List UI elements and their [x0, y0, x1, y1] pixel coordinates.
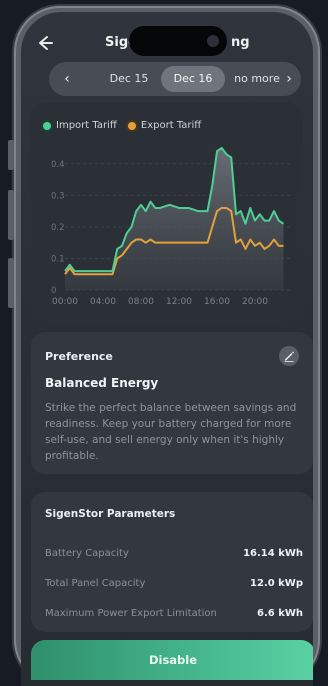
param-label: Battery Capacity [45, 548, 129, 559]
preference-card: Preference Balanced Energy Strike the pe… [31, 332, 313, 474]
x-tick-label: 00:00 [52, 297, 78, 307]
volume-down-button [8, 190, 14, 240]
param-row-panel: Total Panel Capacity 12.0 kWp [45, 578, 303, 589]
chevron-right-icon[interactable]: › [275, 62, 303, 96]
disable-button[interactable]: Disable [31, 640, 313, 680]
param-row-battery: Battery Capacity 16.14 kWh [45, 548, 303, 559]
x-tick-label: 12:00 [166, 297, 192, 307]
tariff-line-chart: 0 0.1 0.2 0.3 0.4 00:00 04:00 08:00 12:00 16:00 20… [51, 147, 293, 307]
pencil-icon [284, 351, 294, 362]
app-screen: Sigen ng ‹ Dec 15 Dec 16 no more › Impor… [21, 12, 313, 686]
y-tick-label: 0.2 [51, 223, 65, 233]
preference-mode: Balanced Energy [45, 376, 159, 390]
param-label: Total Panel Capacity [45, 578, 146, 589]
back-arrow-icon[interactable] [33, 32, 55, 54]
y-tick-label: 0.1 [51, 254, 65, 264]
date-prev[interactable]: Dec 15 [99, 62, 159, 96]
param-value: 16.14 kWh [243, 548, 303, 559]
parameters-card: SigenStor Parameters Battery Capacity 16… [31, 492, 313, 632]
page-title-right: ng [231, 35, 250, 50]
parameters-title: SigenStor Parameters [45, 508, 176, 520]
y-tick-label: 0 [51, 286, 56, 296]
x-tick-label: 16:00 [204, 297, 230, 307]
x-tick-label: 20:00 [242, 297, 268, 307]
action-button [8, 258, 14, 308]
y-tick-label: 0.4 [51, 160, 65, 170]
dynamic-island [129, 26, 227, 56]
param-row-export-limit: Maximum Power Export Limitation 6.6 kWh [45, 608, 303, 619]
param-value: 12.0 kWp [250, 578, 303, 589]
chevron-left-icon[interactable]: ‹ [53, 62, 81, 96]
edit-preference-button[interactable] [279, 346, 299, 366]
date-selector: ‹ Dec 15 Dec 16 no more › [49, 62, 301, 96]
param-value: 6.6 kWh [257, 608, 303, 619]
param-label: Maximum Power Export Limitation [45, 608, 217, 619]
x-tick-label: 08:00 [128, 297, 154, 307]
volume-up-button [8, 140, 14, 170]
date-current[interactable]: Dec 16 [161, 66, 225, 92]
import-area [65, 148, 284, 290]
preference-description: Strike the perfect balance between savin… [45, 402, 297, 462]
preference-label: Preference [45, 350, 113, 363]
tariff-chart-card: Import Tariff Export Tariff 0 0.1 0.2 0.3 0.… [31, 102, 303, 322]
x-tick-label: 04:00 [90, 297, 116, 307]
y-tick-label: 0.3 [51, 191, 65, 201]
camera-icon [207, 35, 219, 47]
